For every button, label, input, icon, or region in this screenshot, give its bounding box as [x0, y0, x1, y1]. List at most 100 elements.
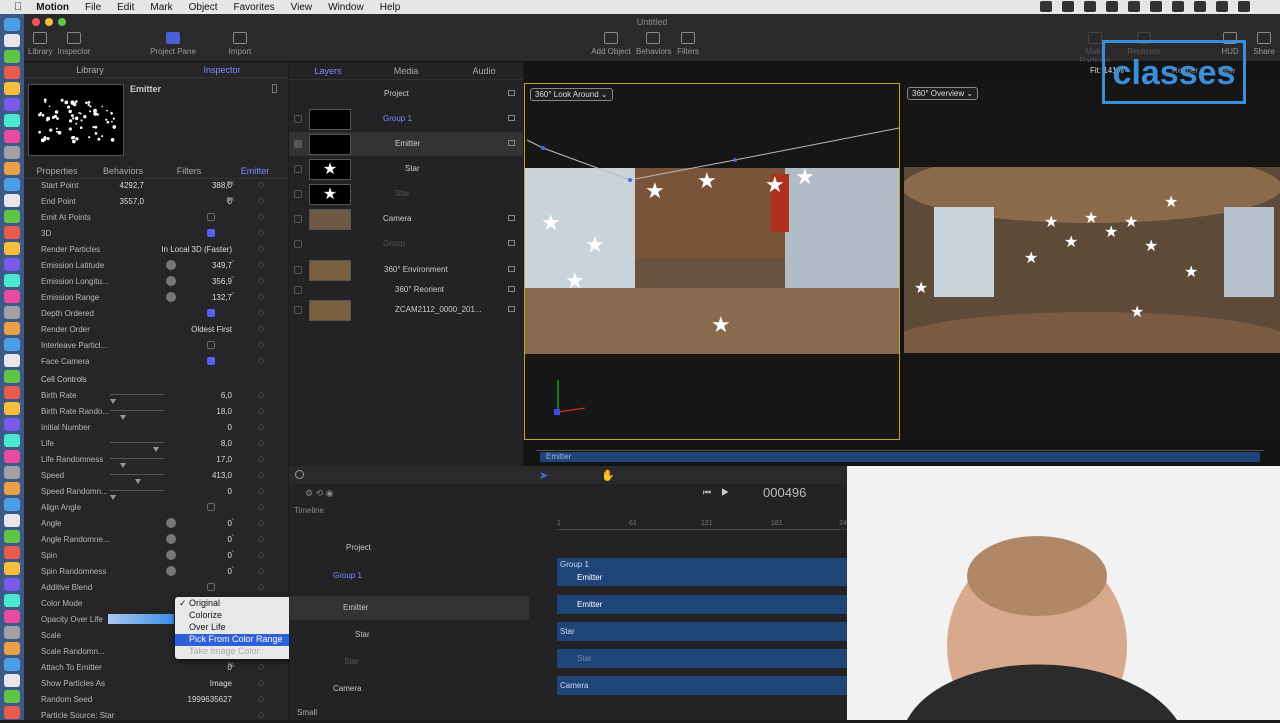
- layer-row-emitter[interactable]: Emitter: [289, 132, 523, 156]
- dial-control[interactable]: [166, 260, 176, 270]
- timeline-row-camera[interactable]: Camera: [289, 677, 529, 701]
- project-pane-button[interactable]: Project Pane: [148, 32, 198, 56]
- value-slider[interactable]: [110, 394, 164, 404]
- layer-checkbox[interactable]: [294, 215, 302, 223]
- timeline-row-star[interactable]: Star: [289, 623, 529, 647]
- keyframe-button[interactable]: [258, 568, 264, 574]
- property-value[interactable]: 1999635627: [188, 695, 233, 704]
- property-row[interactable]: Particle Source: Star: [24, 707, 288, 723]
- keyframe-button[interactable]: [258, 504, 264, 510]
- property-row[interactable]: Emit At Points: [24, 209, 288, 225]
- search-icon[interactable]: [1216, 1, 1228, 12]
- dock-app-icon[interactable]: [4, 178, 20, 191]
- dock-app-icon[interactable]: [4, 162, 20, 175]
- dock-app-icon[interactable]: [4, 370, 20, 383]
- viewport-overview[interactable]: 360° Overview ⌄ ★ ★ ★ ★ ★ ★ ★ ★ ★ ★ ★: [904, 83, 1280, 440]
- menu-file[interactable]: File: [85, 2, 101, 13]
- layer-checkbox[interactable]: [294, 115, 302, 123]
- property-value[interactable]: 6,0: [221, 391, 232, 400]
- keyframe-button[interactable]: [258, 552, 264, 558]
- track-bar-star[interactable]: Star: [557, 622, 847, 641]
- layer-row-project[interactable]: Project: [289, 82, 523, 106]
- property-row[interactable]: Angle 0 °: [24, 515, 288, 531]
- property-checkbox[interactable]: [207, 309, 215, 317]
- property-row[interactable]: Birth Rate Rando... 18,0: [24, 403, 288, 420]
- property-value[interactable]: Image: [210, 679, 232, 688]
- dock-app-icon[interactable]: [4, 658, 20, 671]
- layer-checkbox[interactable]: [294, 240, 302, 248]
- property-value[interactable]: 17,0: [216, 455, 232, 464]
- dock-app-icon[interactable]: [4, 306, 20, 319]
- dock-app-icon[interactable]: [4, 386, 20, 399]
- property-row[interactable]: Speed 413,0: [24, 467, 288, 484]
- property-row[interactable]: Spin 0 °: [24, 547, 288, 563]
- keyframe-button[interactable]: [258, 440, 264, 446]
- dock-app-icon[interactable]: [4, 450, 20, 463]
- keyframe-button[interactable]: [258, 294, 264, 300]
- keyframe-button[interactable]: [258, 230, 264, 236]
- layer-checkbox[interactable]: [294, 140, 302, 148]
- property-row[interactable]: Life Randomness 17,0: [24, 451, 288, 468]
- layer-row-star-disabled[interactable]: ★ Star: [289, 182, 523, 206]
- search-icon[interactable]: [295, 470, 304, 479]
- dock-app-icon[interactable]: [4, 402, 20, 415]
- property-value[interactable]: Oldest First: [191, 325, 232, 334]
- property-checkbox[interactable]: [207, 583, 215, 591]
- property-row[interactable]: Random Seed 1999635627: [24, 691, 288, 707]
- layer-checkbox[interactable]: [294, 306, 302, 314]
- lock-icon[interactable]: [508, 286, 515, 292]
- lock-icon[interactable]: [508, 240, 515, 246]
- timeline-row-project[interactable]: Project: [289, 536, 529, 560]
- menu-mark[interactable]: Mark: [150, 2, 172, 13]
- dock-app-icon[interactable]: [4, 562, 20, 575]
- keyframe-button[interactable]: [258, 262, 264, 268]
- dock-app-icon[interactable]: [4, 434, 20, 447]
- keyframe-button[interactable]: [258, 246, 264, 252]
- property-row[interactable]: Render Particles In Local 3D (Faster): [24, 241, 288, 257]
- lock-icon[interactable]: [508, 215, 515, 221]
- lock-icon[interactable]: [508, 90, 515, 96]
- menu-favorites[interactable]: Favorites: [234, 2, 275, 13]
- menu-item-original[interactable]: ✓ Original: [175, 598, 293, 610]
- library-button[interactable]: Library: [28, 32, 52, 56]
- layer-row-star[interactable]: ★ Star: [289, 157, 523, 181]
- dock-app-icon[interactable]: [4, 626, 20, 639]
- property-row[interactable]: Depth Ordered: [24, 305, 288, 321]
- mini-timeline-bar[interactable]: Emitter: [540, 452, 1260, 462]
- volume-icon[interactable]: [1194, 1, 1206, 12]
- value-slider[interactable]: [110, 490, 164, 500]
- dial-control[interactable]: [166, 534, 176, 544]
- status-icon[interactable]: [1084, 1, 1096, 12]
- tab-media[interactable]: Media: [367, 66, 445, 76]
- track-bar-star-disabled[interactable]: Star: [557, 649, 847, 668]
- menu-item-over-life[interactable]: Over Life: [175, 622, 293, 634]
- keyframe-button[interactable]: [258, 310, 264, 316]
- menu-window[interactable]: Window: [328, 2, 364, 13]
- siri-icon[interactable]: [1238, 1, 1250, 12]
- property-row[interactable]: Render Order Oldest First: [24, 321, 288, 337]
- status-icon[interactable]: [1106, 1, 1118, 12]
- dock-app-icon[interactable]: [4, 594, 20, 607]
- menu-item-pick-from-color-range[interactable]: Pick From Color Range: [175, 634, 293, 646]
- value-slider[interactable]: [110, 410, 164, 420]
- property-row[interactable]: Initial Number 0: [24, 419, 288, 435]
- dock-app-icon[interactable]: [4, 130, 20, 143]
- dock-app-icon[interactable]: [4, 514, 20, 527]
- menu-app-name[interactable]: Motion: [36, 2, 69, 13]
- dock-app-icon[interactable]: [4, 98, 20, 111]
- status-icon[interactable]: [1040, 1, 1052, 12]
- property-row[interactable]: Emission Range 132,7 °: [24, 289, 288, 305]
- timecode-display[interactable]: 000496: [763, 485, 806, 500]
- timeline-row-group-1[interactable]: Group 1: [289, 564, 529, 588]
- dock-app-icon[interactable]: [4, 578, 20, 591]
- keyframe-button[interactable]: [258, 392, 264, 398]
- layer-row-camera[interactable]: Camera: [289, 207, 523, 231]
- property-row[interactable]: Emission Latitude 349,7 °: [24, 257, 288, 273]
- dock-app-icon[interactable]: [4, 706, 20, 719]
- viewport-look-around[interactable]: 360° Look Around ⌄ ★ ★ ★ ★ ★ ★ ★ ★: [524, 83, 900, 440]
- dock-app-icon[interactable]: [4, 290, 20, 303]
- tab-properties[interactable]: Properties: [24, 166, 90, 176]
- dock-app-icon[interactable]: [4, 226, 20, 239]
- dock-app-icon[interactable]: [4, 338, 20, 351]
- dock-app-icon[interactable]: [4, 466, 20, 479]
